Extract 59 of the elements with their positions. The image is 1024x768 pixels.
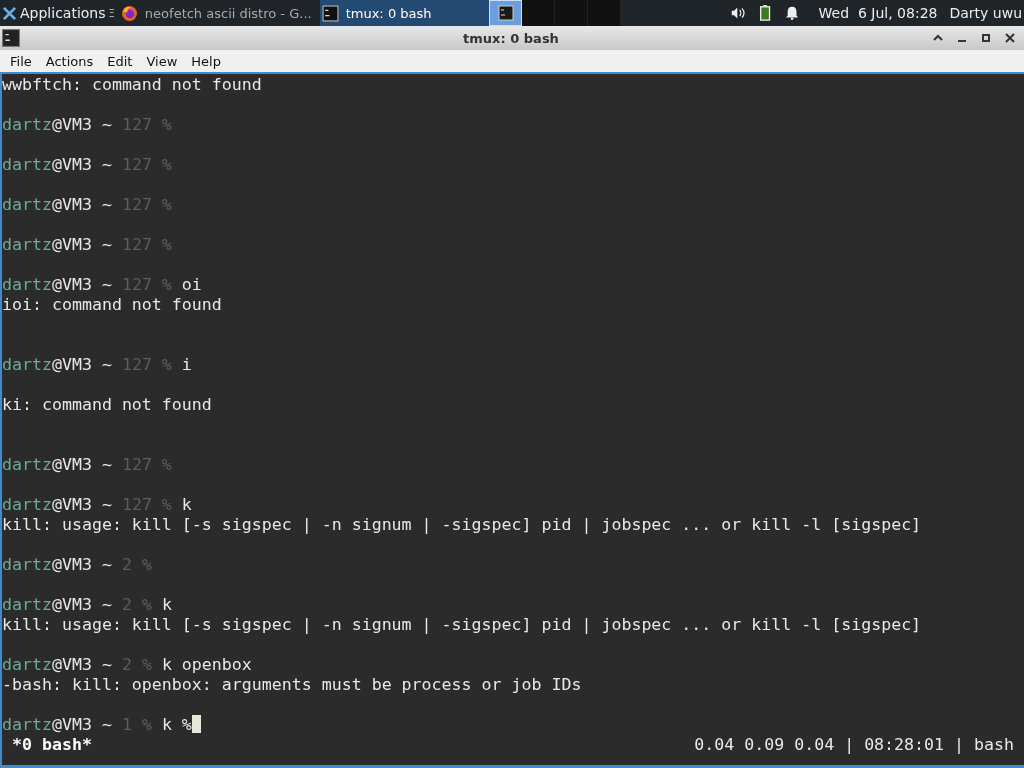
status-info: 0.04 0.09 0.04 | 08:28:01 | bash <box>694 735 1014 755</box>
terminal-icon <box>321 4 339 22</box>
command-text: k % <box>161 715 192 734</box>
terminal-line: ki: command not found <box>2 395 213 415</box>
terminal-line: -bash: kill: openbox: arguments must be process or job IDs <box>2 675 583 695</box>
prompt-host: @VM3 ~ <box>51 595 112 614</box>
x-logo-icon <box>2 5 17 21</box>
menu-item[interactable]: File <box>10 53 32 69</box>
prompt-user: dartz <box>2 235 52 254</box>
prompt-user: dartz <box>2 155 52 174</box>
terminal-line: kill: usage: kill [-s sigspec | -n signum | -sigspec] pid | jobspec ... or kill -l [sigspec] <box>2 615 923 635</box>
window-title: tmux: 0 bash <box>463 30 559 46</box>
volume-icon[interactable] <box>731 5 746 21</box>
prompt-host: @VM3 ~ <box>51 495 112 514</box>
prompt-user: dartz <box>2 115 52 134</box>
prompt-user: dartz <box>2 555 52 574</box>
menu-item[interactable]: View <box>146 53 178 69</box>
command-text: k openbox <box>161 655 252 674</box>
menu-item[interactable]: Actions <box>45 53 94 69</box>
prompt-user: dartz <box>2 595 52 614</box>
terminal-line: wwbftch: command not found <box>2 75 263 95</box>
terminal-line: kill: usage: kill [-s sigspec | -n signum | -sigspec] pid | jobspec ... or kill -l [sigspec] <box>2 515 923 535</box>
window-list: *0 bash* <box>12 735 92 755</box>
applications-menu[interactable]: Applications Ξ <box>0 0 119 26</box>
prompt-user: dartz <box>2 715 52 734</box>
clock[interactable]: Wed 6 Jul, 08:28 <box>818 5 938 21</box>
prompt-host: @VM3 ~ <box>51 355 112 374</box>
maximize-icon[interactable] <box>980 32 992 44</box>
prompt-host: @VM3 ~ <box>51 195 112 214</box>
prompt-host: @VM3 ~ <box>51 155 112 174</box>
prompt-user: dartz <box>2 355 52 374</box>
prompt-host: @VM3 ~ <box>51 235 112 254</box>
close-icon[interactable] <box>1004 32 1016 44</box>
taskbar-button[interactable]: tmux: 0 bash <box>319 0 490 26</box>
prompt-host: @VM3 ~ <box>51 115 112 134</box>
prompt-host: @VM3 ~ <box>51 715 112 734</box>
taskbar-button[interactable]: neofetch ascii distro - G... <box>118 0 320 26</box>
terminal-icon[interactable] <box>2 29 20 47</box>
prompt-user: dartz <box>2 195 52 214</box>
terminal-icon <box>497 5 514 21</box>
prompt-host: @VM3 ~ <box>51 655 112 674</box>
menu-item[interactable]: Edit <box>107 53 133 69</box>
prompt-host: @VM3 ~ <box>51 555 112 574</box>
menu-item[interactable]: Help <box>191 53 221 69</box>
user-menu[interactable]: Darty uwu <box>949 5 1022 21</box>
command-text: k <box>181 495 192 514</box>
prompt-user: dartz <box>2 655 52 674</box>
prompt-user: dartz <box>2 275 52 294</box>
command-text: oi <box>181 275 202 294</box>
prompt-user: dartz <box>2 495 52 514</box>
command-text: i <box>181 355 192 374</box>
bell-icon[interactable] <box>785 5 800 21</box>
prompt-user: dartz <box>2 455 52 474</box>
terminal-line: ioi: command not found <box>2 295 223 315</box>
battery-icon[interactable] <box>758 5 773 21</box>
command-text: k <box>161 595 172 614</box>
prompt-host: @VM3 ~ <box>51 455 112 474</box>
prompt-host: @VM3 ~ <box>51 275 112 294</box>
browser-icon <box>120 4 138 22</box>
